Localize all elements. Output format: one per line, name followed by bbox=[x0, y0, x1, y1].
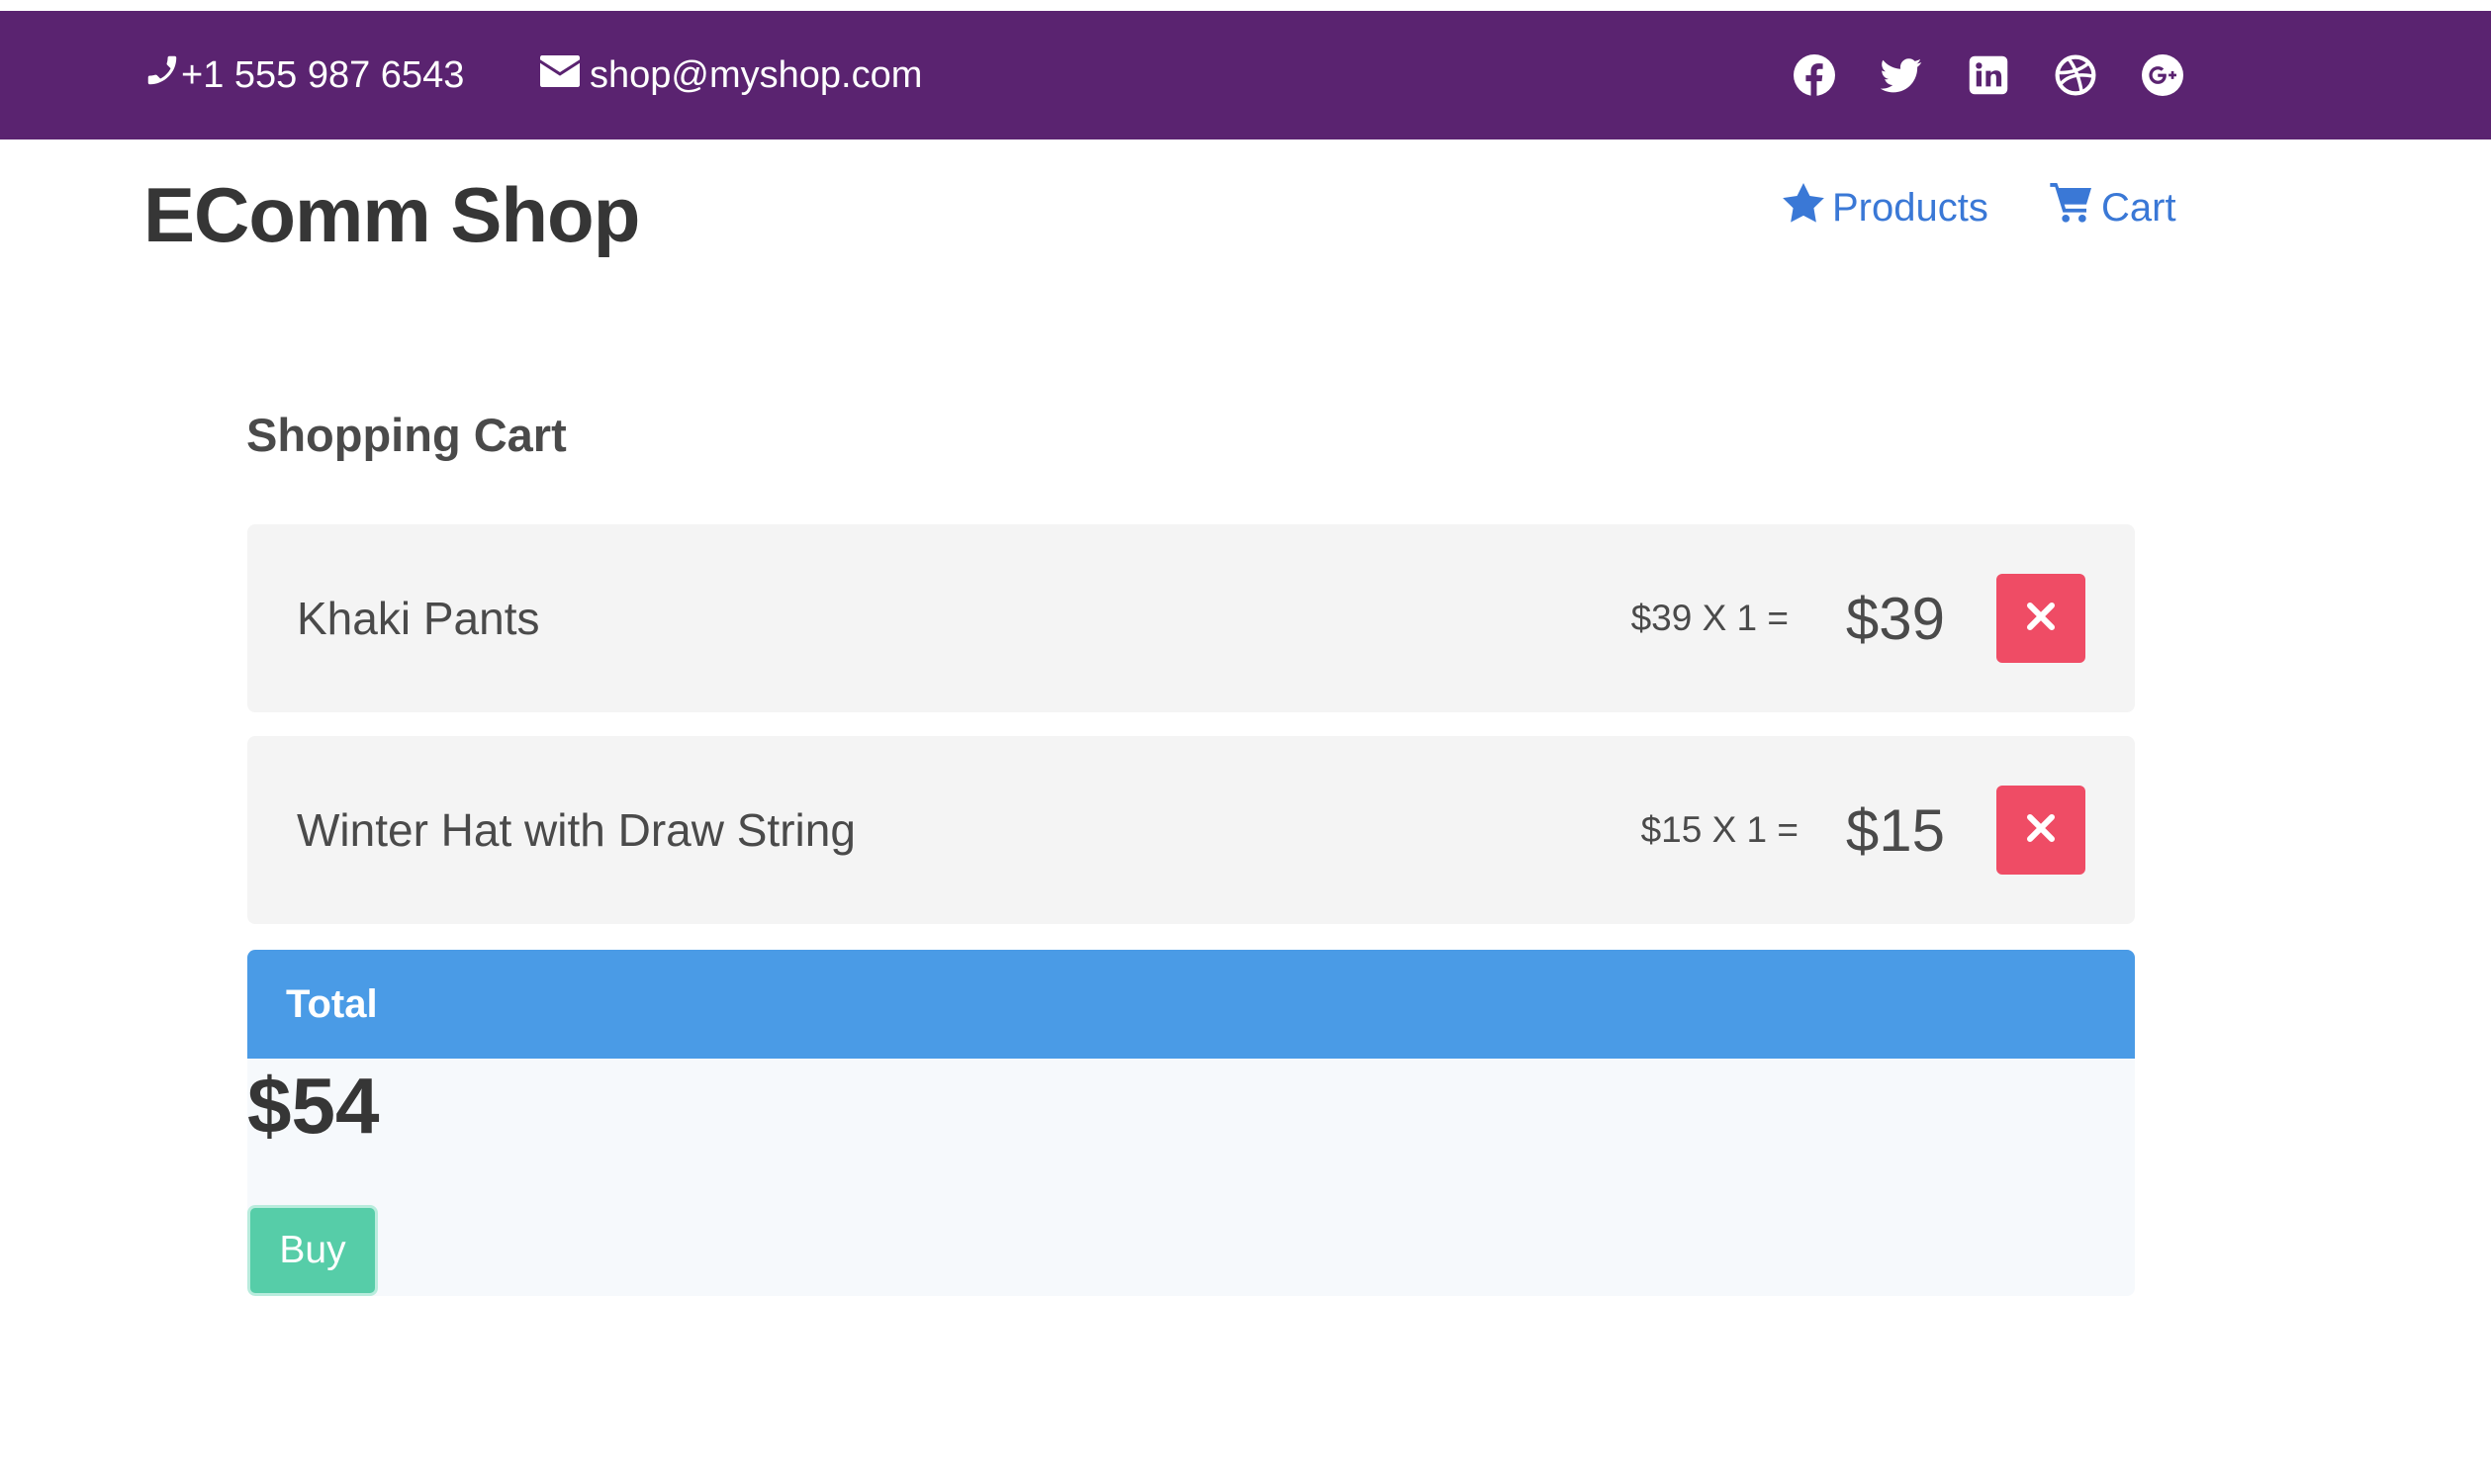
linkedin-icon[interactable] bbox=[1967, 53, 2010, 97]
item-subtotal: $15 bbox=[1845, 796, 1945, 864]
google-plus-icon[interactable] bbox=[2141, 53, 2184, 97]
cart-item: Winter Hat with Draw String $15 X 1 = $1… bbox=[247, 736, 2135, 924]
star-icon bbox=[1783, 183, 1832, 232]
close-icon bbox=[2027, 813, 2055, 847]
remove-item-button[interactable] bbox=[1996, 786, 2085, 875]
phone-number: +1 555 987 6543 bbox=[181, 53, 465, 96]
contact-phone[interactable]: +1 555 987 6543 bbox=[143, 11, 464, 139]
social-links bbox=[1793, 11, 2228, 139]
facebook-icon[interactable] bbox=[1793, 53, 1836, 97]
nav-products-label: Products bbox=[1832, 185, 1988, 230]
cart-item: Khaki Pants $39 X 1 = $39 bbox=[247, 524, 2135, 712]
email-address: shop@myshop.com bbox=[590, 53, 923, 96]
dribbble-icon[interactable] bbox=[2054, 53, 2097, 97]
twitter-icon[interactable] bbox=[1880, 53, 1923, 97]
buy-button[interactable]: Buy bbox=[247, 1205, 378, 1296]
envelope-icon bbox=[540, 54, 590, 97]
nav-cart-label: Cart bbox=[2101, 185, 2176, 230]
contact-email[interactable]: shop@myshop.com bbox=[540, 11, 922, 139]
item-name: Winter Hat with Draw String bbox=[297, 804, 856, 856]
total-panel: Total $54 Buy bbox=[247, 950, 2135, 1296]
cart-title: Shopping Cart bbox=[246, 409, 567, 461]
brand-title[interactable]: EComm Shop bbox=[143, 170, 640, 260]
total-amount: $54 bbox=[247, 1062, 380, 1150]
cart-icon bbox=[2050, 183, 2101, 232]
nav-cart[interactable]: Cart bbox=[2050, 183, 2176, 232]
item-price-formula: $15 X 1 = bbox=[1640, 809, 1799, 850]
phone-icon bbox=[143, 51, 181, 99]
close-icon bbox=[2027, 602, 2055, 635]
item-subtotal: $39 bbox=[1845, 585, 1945, 652]
nav-products[interactable]: Products bbox=[1783, 183, 1988, 232]
remove-item-button[interactable] bbox=[1996, 574, 2085, 663]
item-name: Khaki Pants bbox=[297, 593, 540, 644]
total-label: Total bbox=[247, 950, 2135, 1059]
top-bar: +1 555 987 6543 shop@myshop.com bbox=[0, 11, 2491, 139]
item-price-formula: $39 X 1 = bbox=[1630, 598, 1789, 638]
